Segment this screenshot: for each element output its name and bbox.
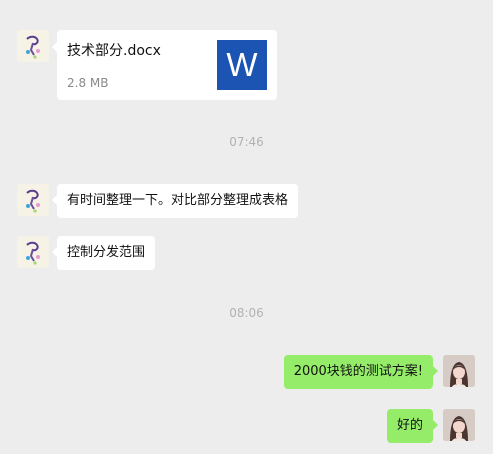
message-text: 控制分发范围: [67, 245, 146, 260]
contact-avatar[interactable]: [17, 236, 49, 268]
message-text: 好的: [396, 418, 423, 433]
file-name: 技术部分.docx: [67, 43, 161, 59]
contact-avatar-image: [17, 184, 49, 216]
user-avatar[interactable]: [443, 409, 475, 441]
outgoing-message-1[interactable]: 2000块钱的测试方案!: [283, 355, 439, 389]
timestamp-2: 08:06: [229, 306, 264, 320]
contact-avatar[interactable]: [17, 184, 49, 216]
message-text: 2000块钱的测试方案!: [293, 364, 423, 379]
user-avatar-image: [443, 409, 475, 441]
timestamp-1: 07:46: [229, 135, 264, 149]
contact-avatar-image: [17, 30, 49, 62]
contact-avatar[interactable]: [17, 30, 49, 62]
outgoing-message-2[interactable]: 好的: [386, 409, 439, 443]
user-avatar[interactable]: [443, 355, 475, 387]
user-avatar-image: [443, 355, 475, 387]
file-size: 2.8 MB: [67, 76, 109, 90]
incoming-message-2[interactable]: 控制分发范围: [51, 236, 156, 270]
incoming-message-1[interactable]: 有时间整理一下。对比部分整理成表格: [51, 184, 299, 218]
file-message[interactable]: 技术部分.docx 2.8 MB W: [52, 30, 277, 100]
word-document-icon: W: [217, 40, 267, 90]
contact-avatar-image: [17, 236, 49, 268]
message-text: 有时间整理一下。对比部分整理成表格: [67, 193, 289, 208]
